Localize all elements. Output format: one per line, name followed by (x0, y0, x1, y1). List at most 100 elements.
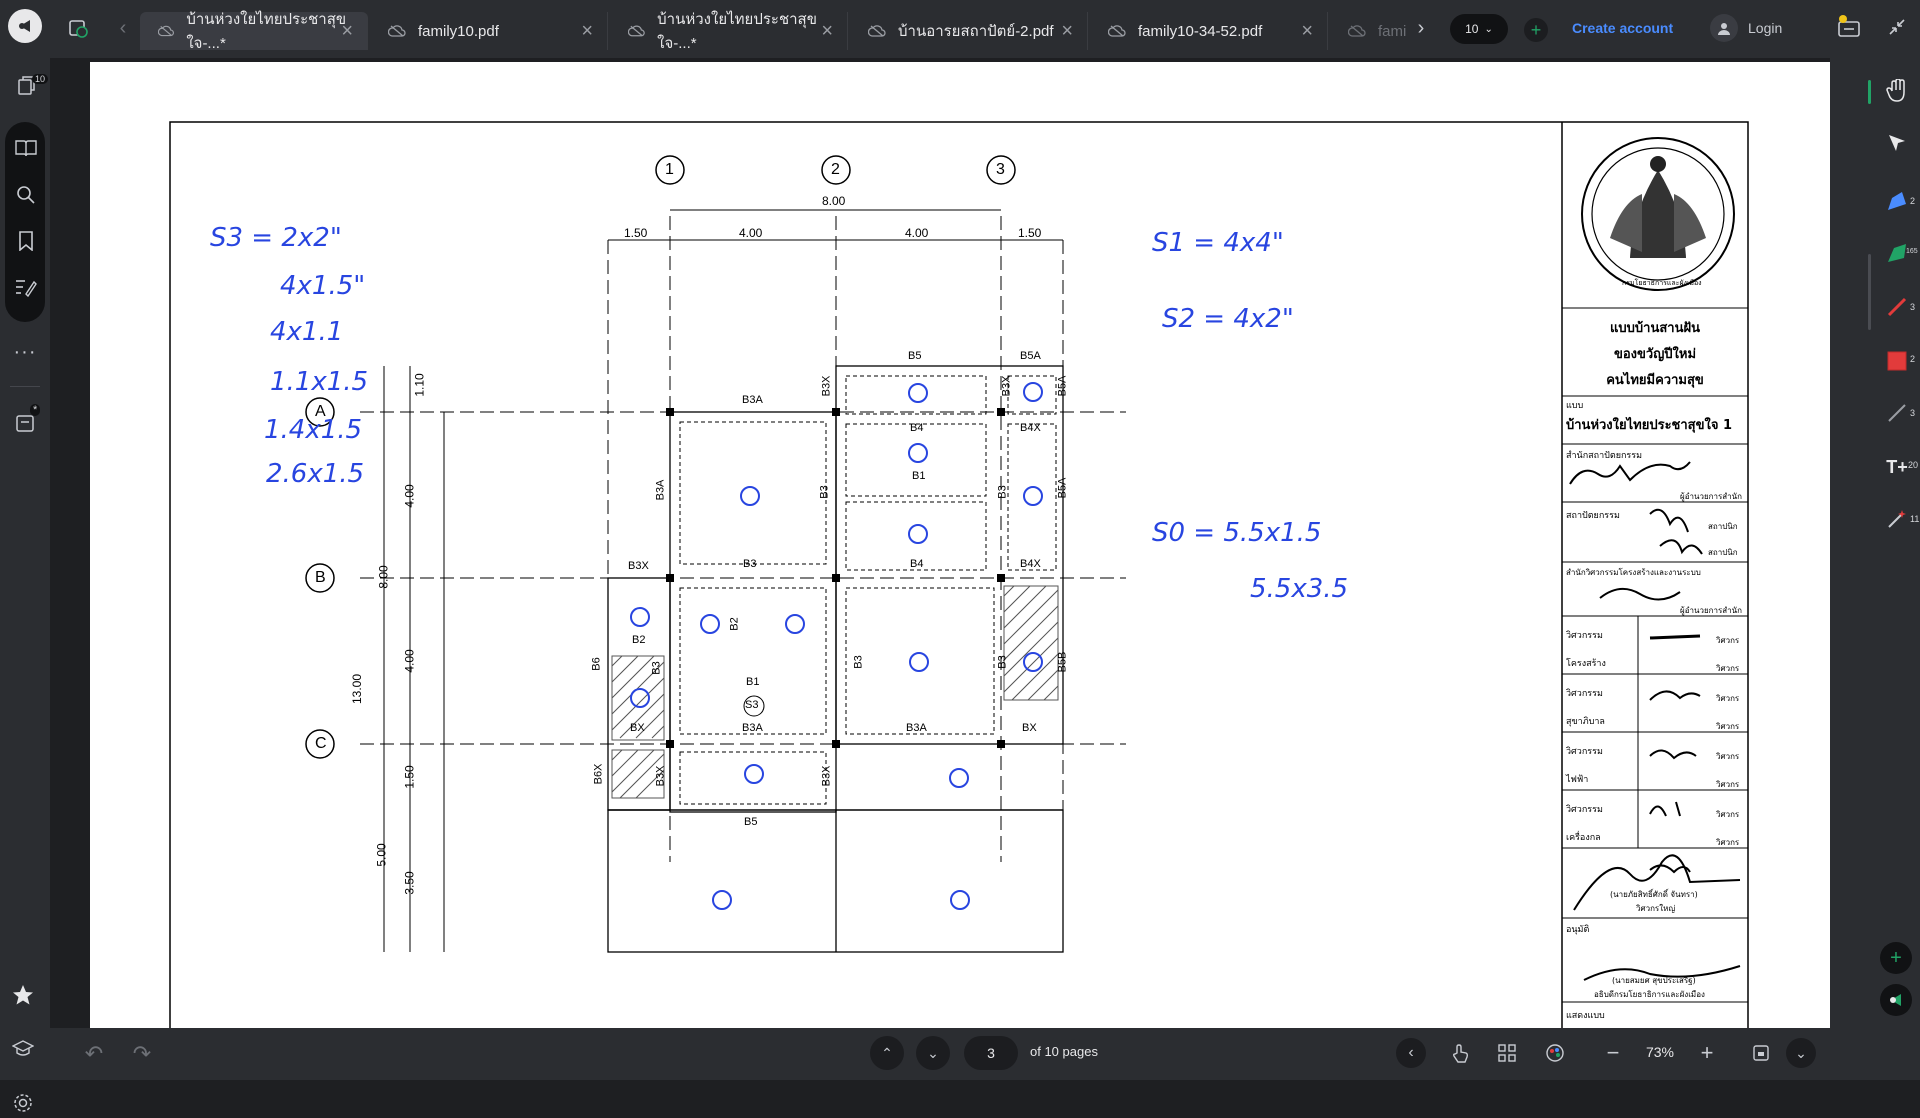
magic-tool-icon[interactable] (1882, 504, 1912, 534)
sync-icon[interactable] (66, 16, 90, 40)
learn-icon[interactable] (8, 1034, 38, 1064)
touch-mode-icon[interactable] (1446, 1038, 1476, 1068)
close-tab-icon[interactable]: × (821, 21, 833, 41)
new-tab-button[interactable]: + (1524, 18, 1548, 42)
top-toolbar: ‹ บ้านห่วงใยไทยประชาสุขใจ-...* × family1… (0, 0, 1920, 58)
beam-label: B3A (742, 722, 763, 734)
tab-document-2[interactable]: family10.pdf × (370, 12, 608, 50)
line-tool-icon[interactable] (1882, 398, 1912, 428)
rectangle-tool-icon[interactable] (1882, 346, 1912, 376)
grid-view-icon[interactable] (1492, 1038, 1522, 1068)
book-view-icon[interactable] (13, 136, 39, 160)
settings-gear-icon[interactable] (8, 1088, 38, 1118)
pdf-page[interactable]: 1 2 3 A B C 8.00 1.50 4.00 4.00 1.50 1.1… (90, 62, 1830, 1028)
previous-page-button[interactable]: ⌃ (870, 1036, 904, 1070)
assistant-icon[interactable] (1880, 984, 1912, 1016)
beam-label: B4X (1020, 422, 1041, 434)
close-tab-icon[interactable]: × (581, 21, 593, 41)
eng-row-label: โครงสร้าง (1566, 659, 1606, 669)
zoom-level[interactable]: 73% (1638, 1044, 1682, 1060)
beam-label: B3X (628, 560, 649, 572)
eng-row-role: วิศวกร (1716, 664, 1740, 673)
user-avatar-icon[interactable] (1710, 14, 1738, 42)
tab-document-4[interactable]: บ้านอารยสถาปัตย์-2.pdf × (850, 12, 1088, 50)
add-button[interactable]: + (1880, 942, 1912, 974)
divider (10, 386, 40, 387)
annotation-list-icon[interactable] (13, 274, 39, 300)
search-icon[interactable] (13, 182, 39, 208)
fit-page-icon[interactable] (1746, 1038, 1776, 1068)
dimension-label: 13.00 (350, 673, 365, 705)
beam-label: B3X (820, 765, 833, 787)
eng-office-role: ผู้อำนวยการสำนัก (1680, 606, 1742, 615)
collapse-left-icon[interactable]: ‹ (1396, 1038, 1426, 1068)
beam-label: B3X (1000, 375, 1013, 397)
close-tab-icon[interactable]: × (341, 21, 353, 41)
zoom-out-button[interactable]: − (1598, 1038, 1628, 1068)
tab-count: 10 (1465, 22, 1479, 36)
close-tab-icon[interactable]: × (1301, 21, 1313, 41)
hand-tool-icon[interactable] (1882, 76, 1912, 106)
reading-tools-group (5, 122, 45, 322)
pen-tool-icon[interactable] (1882, 292, 1912, 322)
handwritten-note-s0b: 5.5x3.5 (1250, 574, 1349, 604)
more-options-icon[interactable]: ··· (10, 341, 40, 363)
beam-label: B4 (910, 558, 924, 570)
beam-label: B6 (590, 657, 603, 671)
login-link[interactable]: Login (1748, 18, 1782, 38)
eng-office-label: สำนักวิศวกรรมโครงสร้างและงานระบบ (1566, 568, 1701, 577)
tab-label: บ้านห่วงใยไทยประชาสุขใจ-...* (186, 11, 347, 52)
favorites-star-icon[interactable] (8, 980, 38, 1010)
highlighter-tool-icon[interactable] (1882, 186, 1912, 216)
director-name: (นายสมยศ สุขประเสริฐ) (1612, 976, 1696, 985)
beam-label: B3 (743, 558, 757, 570)
tool-count: 2 (1910, 196, 1916, 206)
pages-badge: 10 (32, 74, 49, 84)
redo-icon[interactable]: ↷ (128, 1040, 156, 1068)
eng-row-label: ไฟฟ้า (1566, 775, 1589, 785)
undo-icon[interactable]: ↶ (80, 1040, 108, 1068)
tab-label: family10.pdf (418, 22, 499, 40)
beam-label: B1 (746, 676, 760, 688)
tool-count: 165 (1906, 248, 1918, 255)
page-number-input[interactable]: 3 (964, 1036, 1018, 1070)
page-total: of 10 pages (1030, 1044, 1098, 1059)
zoom-in-button[interactable]: + (1692, 1038, 1722, 1068)
beam-label: B3X (820, 375, 833, 397)
approve-label: อนุมัติ (1566, 925, 1590, 935)
tabs-scroll-right-icon[interactable]: › (1414, 17, 1428, 39)
seal-text: กรมโยธาธิการและผังเมือง (1622, 279, 1702, 287)
dimension-label: 1.50 (624, 226, 648, 240)
tab-document-5[interactable]: family10-34-52.pdf × (1090, 12, 1328, 50)
eng-row-role: วิศวกร (1716, 810, 1740, 819)
cloud-off-icon (868, 25, 886, 37)
select-tool-icon[interactable] (1882, 128, 1912, 158)
tab-label: บ้านห่วงใยไทยประชาสุขใจ-...* (657, 11, 817, 52)
tab-document-6[interactable]: fami (1330, 12, 1412, 50)
app-logo-icon[interactable] (8, 9, 42, 43)
beam-label: B3 (650, 661, 663, 675)
notification-icon[interactable] (1834, 12, 1864, 42)
tab-label: family10-34-52.pdf (1138, 22, 1263, 40)
beam-label: B3 (818, 485, 831, 499)
create-account-link[interactable]: Create account (1572, 18, 1673, 38)
view-options-dropdown[interactable]: ⌄ (1786, 1038, 1816, 1068)
close-tab-icon[interactable]: × (1061, 21, 1073, 41)
eng-row-role: วิศวกร (1716, 694, 1740, 703)
handwritten-notes-left: S3 = 2x2" 4x1.5" 4x1.1 1.1x1.5 1.4x1.5 2… (210, 210, 368, 502)
eng-row-role: วิศวกร (1716, 780, 1740, 789)
eng-row-label: วิศวกรรม (1566, 747, 1603, 757)
bookmark-icon[interactable] (13, 228, 39, 254)
department-seal-icon (1581, 137, 1735, 291)
tab-count-dropdown[interactable]: 10 ⌄ (1450, 14, 1508, 44)
chevron-down-icon: ⌄ (1484, 23, 1493, 35)
tabs-scroll-left-icon[interactable]: ‹ (116, 17, 130, 39)
next-page-button[interactable]: ⌄ (916, 1036, 950, 1070)
tab-document-1[interactable]: บ้านห่วงใยไทยประชาสุขใจ-...* × (140, 11, 368, 52)
beam-label: B3A (654, 479, 667, 501)
grid-row-label: C (315, 735, 327, 752)
collapse-icon[interactable] (1884, 14, 1910, 40)
tab-document-3[interactable]: บ้านห่วงใยไทยประชาสุขใจ-...* × (610, 11, 848, 52)
color-mode-icon[interactable] (1540, 1038, 1570, 1068)
plan-label: แบบ (1566, 401, 1584, 411)
